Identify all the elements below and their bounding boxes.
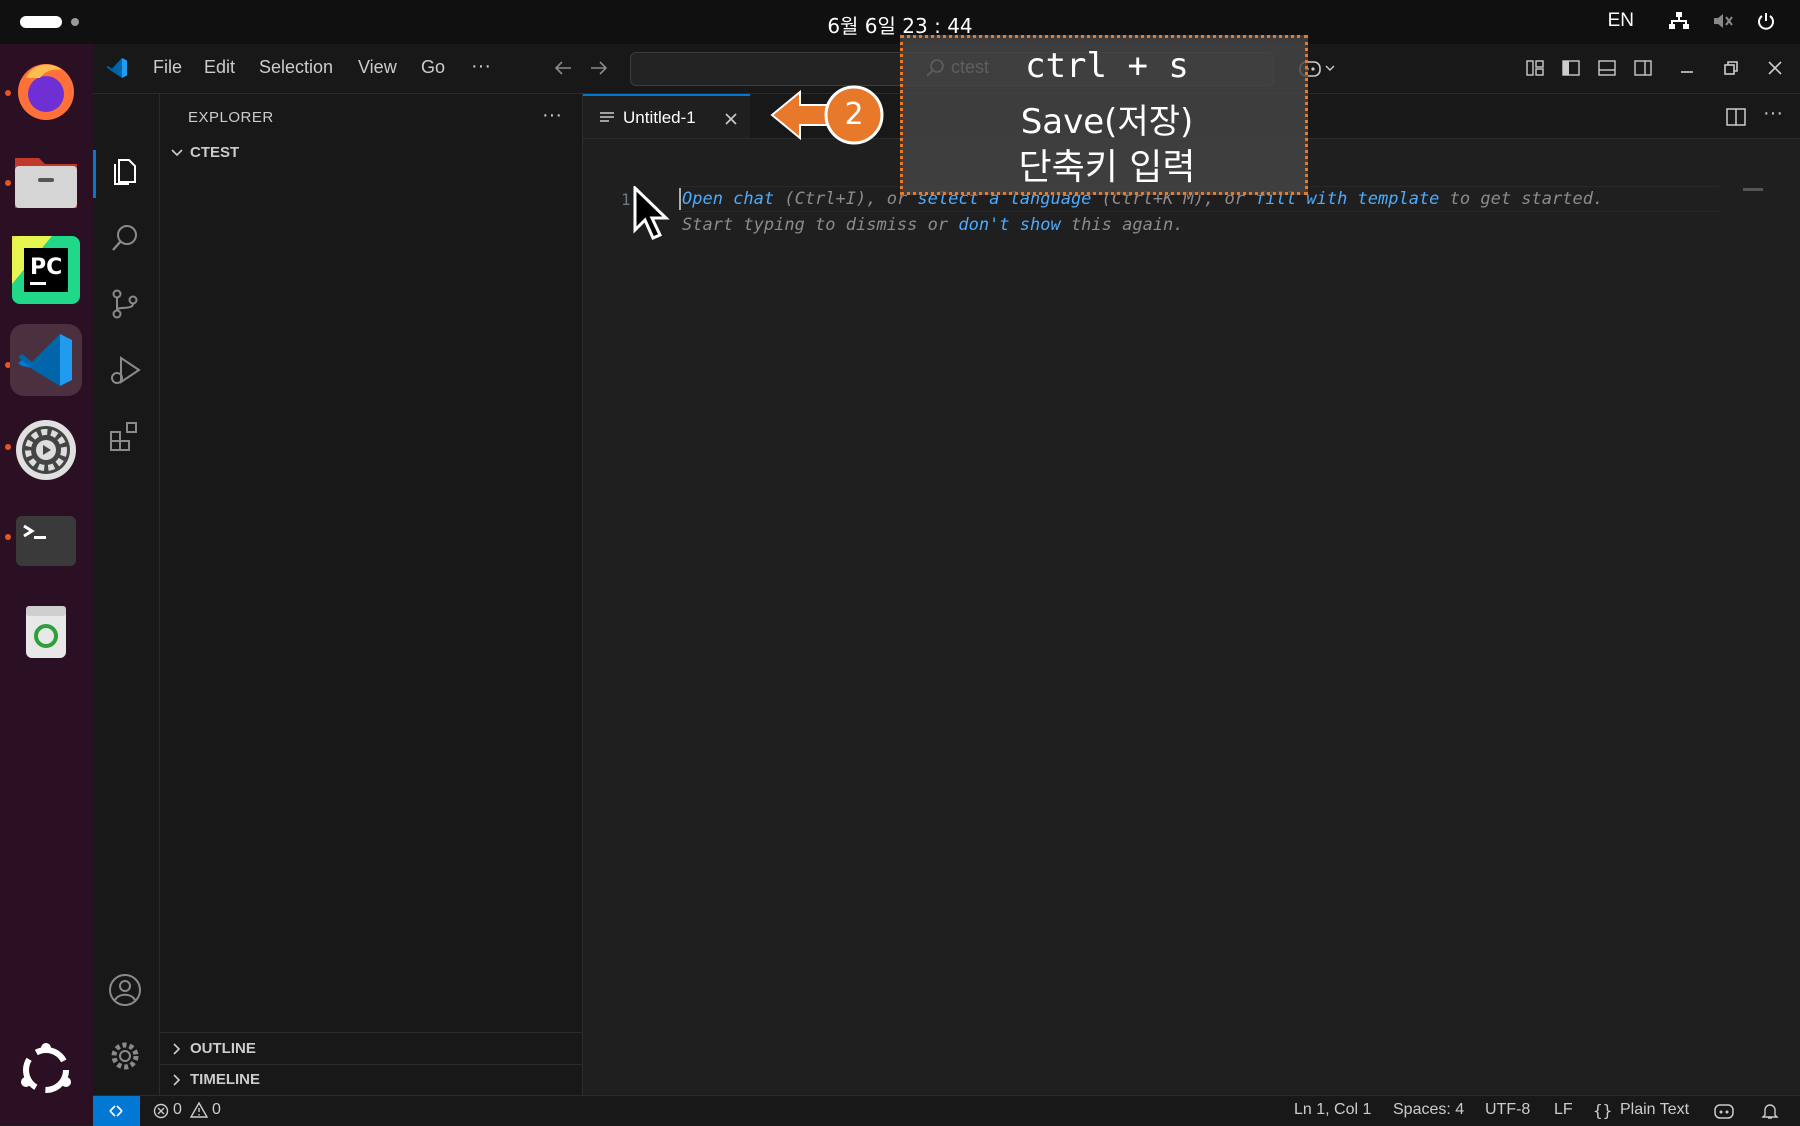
show-apps-icon[interactable] [10, 1034, 82, 1106]
encoding[interactable]: UTF-8 [1485, 1101, 1530, 1119]
split-editor-icon[interactable] [1726, 108, 1746, 126]
folder-section-ctest[interactable]: CTEST [170, 144, 239, 161]
remote-indicator[interactable] [93, 1096, 140, 1126]
step-number: 2 [844, 97, 864, 132]
explorer-icon[interactable] [107, 154, 143, 190]
editor-area: Untitled-1 ··· 1 Open chat (Ctrl+I), or … [583, 94, 1800, 1095]
scrollbar-marker [1743, 188, 1763, 191]
power-icon[interactable] [1756, 11, 1776, 31]
explorer-sidebar: EXPLORER ··· CTEST OUTLINE TIMELINE [160, 94, 583, 1095]
text-caret [679, 188, 681, 210]
chevron-right-icon [173, 1073, 181, 1086]
menu-go[interactable]: Go [421, 57, 445, 78]
hint-text: to get started. [1439, 189, 1604, 209]
shortcut-text: ctrl + s [1025, 46, 1189, 86]
menu-more[interactable]: ··· [471, 55, 491, 78]
firefox-icon[interactable] [10, 54, 82, 126]
settings-app-icon[interactable] [10, 414, 82, 486]
minimize-icon[interactable] [1677, 58, 1697, 78]
timeline-section[interactable]: TIMELINE [170, 1071, 260, 1088]
dont-show-link[interactable]: don't show [958, 215, 1060, 235]
terminal-icon[interactable] [10, 504, 82, 576]
section-divider [160, 1032, 582, 1033]
vscode-logo-icon [106, 58, 127, 78]
trash-icon[interactable] [10, 594, 82, 666]
outline-section[interactable]: OUTLINE [170, 1040, 256, 1057]
remote-icon [109, 1105, 123, 1117]
hint-text: Start typing to dismiss or [682, 215, 959, 235]
copilot-status-icon[interactable] [1713, 1102, 1735, 1120]
manage-gear-icon[interactable] [107, 1038, 143, 1074]
warning-icon[interactable] [190, 1102, 208, 1118]
warning-count[interactable]: 0 [212, 1101, 221, 1119]
search-view-icon[interactable] [107, 220, 143, 256]
section-divider [160, 1064, 582, 1065]
plain-text-file-icon [600, 112, 614, 122]
editor-hint-line-2: Start typing to dismiss or don't show th… [682, 215, 1184, 235]
files-icon[interactable] [10, 144, 82, 216]
chevron-down-icon [171, 148, 183, 156]
open-chat-link[interactable]: Open chat [682, 189, 774, 209]
instruction-text: 단축키 입력 [1018, 147, 1196, 188]
status-bar: 0 0 Ln 1, Col 1 Spaces: 4 UTF-8 LF {} Pl… [93, 1095, 1800, 1126]
explorer-more-actions[interactable]: ··· [542, 104, 562, 127]
vscode-window: File Edit Selection View Go ··· ctest EX… [93, 44, 1800, 1126]
active-view-indicator [93, 150, 96, 198]
timeline-label: TIMELINE [190, 1071, 260, 1088]
svg-text:PC: PC [30, 255, 62, 280]
customize-layout-icon[interactable] [1525, 58, 1545, 78]
action-text: Save(저장) [1020, 102, 1194, 142]
extensions-icon[interactable] [107, 418, 143, 454]
volume-muted-icon[interactable] [1712, 11, 1734, 31]
restore-icon[interactable] [1721, 58, 1741, 78]
braces-icon: {} [1593, 1101, 1613, 1120]
hint-text: (Ctrl+I), or [774, 189, 918, 209]
tab-untitled-1[interactable]: Untitled-1 [583, 94, 750, 138]
menu-selection[interactable]: Selection [259, 57, 333, 78]
shortcut-annotation-box: ctrl + s Save(저장) 단축키 입력 [900, 35, 1308, 195]
hint-text: this again. [1060, 215, 1184, 235]
network-icon[interactable] [1668, 11, 1690, 31]
toggle-primary-sidebar-icon[interactable] [1561, 58, 1581, 78]
pycharm-icon[interactable]: PC [10, 234, 82, 306]
outline-label: OUTLINE [190, 1040, 256, 1057]
line-number: 1 [621, 190, 631, 209]
language-indicator[interactable]: EN [1608, 10, 1634, 32]
end-of-line[interactable]: LF [1554, 1101, 1573, 1119]
activity-bar [93, 94, 160, 1095]
menu-view[interactable]: View [358, 57, 397, 78]
bell-icon[interactable] [1761, 1102, 1779, 1120]
menu-edit[interactable]: Edit [204, 57, 235, 78]
sidebar-title: EXPLORER [188, 109, 274, 126]
chevron-right-icon [173, 1042, 181, 1055]
vscode-icon[interactable] [10, 324, 82, 396]
menu-file[interactable]: File [153, 57, 182, 78]
cursor-position[interactable]: Ln 1, Col 1 [1294, 1101, 1371, 1119]
ubuntu-dock: PC [0, 44, 93, 1125]
step-callout: 2 [770, 84, 884, 151]
indentation[interactable]: Spaces: 4 [1393, 1101, 1464, 1119]
editor-more-actions[interactable]: ··· [1763, 102, 1783, 125]
folder-name: CTEST [190, 144, 240, 161]
accounts-icon[interactable] [107, 972, 143, 1008]
close-tab-icon[interactable] [724, 112, 738, 126]
error-icon[interactable] [153, 1103, 169, 1119]
system-tray[interactable]: EN [1608, 10, 1776, 32]
toggle-secondary-sidebar-icon[interactable] [1633, 58, 1653, 78]
language-mode[interactable]: Plain Text [1620, 1101, 1689, 1119]
mouse-pointer-icon [633, 186, 670, 240]
error-count[interactable]: 0 [173, 1101, 182, 1119]
back-arrow-icon[interactable] [553, 60, 573, 76]
toggle-panel-icon[interactable] [1597, 58, 1617, 78]
run-debug-icon[interactable] [107, 352, 143, 388]
close-window-icon[interactable] [1765, 58, 1785, 78]
tab-label: Untitled-1 [623, 108, 696, 127]
source-control-icon[interactable] [107, 286, 143, 322]
forward-arrow-icon[interactable] [589, 60, 609, 76]
